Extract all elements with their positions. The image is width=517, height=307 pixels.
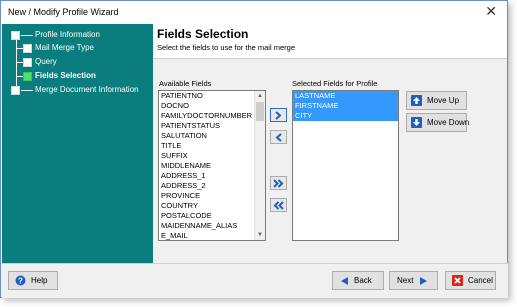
step-current-icon xyxy=(23,72,32,81)
list-item[interactable]: SALUTATION xyxy=(159,131,265,141)
svg-text:?: ? xyxy=(18,276,23,285)
move-down-button[interactable]: Move Down xyxy=(406,113,470,132)
next-button[interactable]: Next xyxy=(389,271,438,290)
list-item[interactable]: FIRSTNAME xyxy=(293,101,398,111)
list-item[interactable]: PATIENTNO xyxy=(159,91,265,101)
title-bar: New / Modify Profile Wizard ✕ xyxy=(1,1,507,24)
step-label: Mail Merge Type xyxy=(35,43,94,52)
list-item[interactable]: FAMILYDOCTORNUMBER xyxy=(159,111,265,121)
window-title: New / Modify Profile Wizard xyxy=(8,7,119,17)
selected-fields-label: Selected Fields for Profile xyxy=(292,79,378,88)
list-item[interactable]: COUNTRY xyxy=(159,201,265,211)
move-up-label: Move Up xyxy=(427,96,460,105)
back-label: Back xyxy=(354,276,372,285)
step-mail-merge-type: Mail Merge Type xyxy=(8,42,153,55)
scroll-thumb[interactable] xyxy=(256,102,264,121)
arrow-left-icon xyxy=(275,132,282,142)
step-fields-selection: Fields Selection xyxy=(8,70,153,83)
header-divider xyxy=(153,58,507,59)
step-checkbox-icon xyxy=(23,44,32,53)
step-checkbox-icon xyxy=(23,58,32,67)
available-fields-list[interactable]: PATIENTNO DOCNO FAMILYDOCTORNUMBER PATIENTS… xyxy=(158,90,266,241)
step-profile-information: Profile Information xyxy=(8,29,153,42)
available-fields-scrollbar[interactable]: ▲ ▼ xyxy=(254,91,265,240)
add-field-button[interactable] xyxy=(270,108,287,122)
list-item[interactable]: MIDDLENAME xyxy=(159,161,265,171)
add-all-fields-button[interactable] xyxy=(270,176,287,190)
double-arrow-right-icon xyxy=(273,178,284,188)
step-label: Merge Document Information xyxy=(35,85,139,94)
arrow-down-icon xyxy=(411,117,422,128)
list-item[interactable]: MAIDENNAME_ALIAS xyxy=(159,221,265,231)
help-icon: ? xyxy=(15,275,26,286)
step-label: Fields Selection xyxy=(35,71,96,80)
arrow-right-icon xyxy=(275,110,282,120)
wizard-steps-panel: Profile Information Mail Merge Type Quer… xyxy=(2,24,153,263)
step-checkbox-icon xyxy=(11,31,20,40)
move-down-label: Move Down xyxy=(427,118,470,127)
step-label: Query xyxy=(35,57,57,66)
list-item[interactable]: CITY xyxy=(293,111,398,121)
scroll-up-icon[interactable]: ▲ xyxy=(255,91,265,101)
back-button[interactable]: Back xyxy=(332,271,384,290)
scroll-down-icon[interactable]: ▼ xyxy=(255,230,265,240)
step-label: Profile Information xyxy=(35,30,100,39)
list-item[interactable]: POSTALCODE xyxy=(159,211,265,221)
page-header: Fields Selection Select the fields to us… xyxy=(153,24,507,58)
remove-all-fields-button[interactable] xyxy=(270,198,287,212)
step-checkbox-icon xyxy=(11,86,20,95)
move-up-button[interactable]: Move Up xyxy=(406,91,467,110)
list-item[interactable]: ADDRESS_2 xyxy=(159,181,265,191)
list-item[interactable]: SUFFIX xyxy=(159,151,265,161)
list-item[interactable]: PROVINCE xyxy=(159,191,265,201)
list-item[interactable]: PATIENTSTATUS xyxy=(159,121,265,131)
double-arrow-left-icon xyxy=(273,200,284,210)
help-label: Help xyxy=(31,276,48,285)
list-item[interactable]: E_MAIL xyxy=(159,231,265,240)
page-subtitle: Select the fields to use for the mail me… xyxy=(157,43,295,52)
main-content: Fields Selection Select the fields to us… xyxy=(153,24,507,263)
next-label: Next xyxy=(397,276,414,285)
help-button[interactable]: ? Help xyxy=(8,271,58,290)
list-item[interactable]: TITLE xyxy=(159,141,265,151)
list-item[interactable]: ADDRESS_1 xyxy=(159,171,265,181)
cancel-button[interactable]: Cancel xyxy=(445,271,496,290)
back-arrow-icon xyxy=(339,276,349,286)
list-item[interactable]: DOCNO xyxy=(159,101,265,111)
step-merge-document-information: Merge Document Information xyxy=(8,84,153,97)
wizard-window: New / Modify Profile Wizard ✕ Profile In… xyxy=(0,0,508,298)
selected-fields-list[interactable]: LASTNAME FIRSTNAME CITY xyxy=(292,90,399,241)
list-item[interactable]: LASTNAME xyxy=(293,91,398,101)
step-query: Query xyxy=(8,56,153,69)
page-title: Fields Selection xyxy=(157,27,249,41)
next-arrow-icon xyxy=(419,276,429,286)
cancel-icon xyxy=(452,275,463,286)
remove-field-button[interactable] xyxy=(270,130,287,144)
available-fields-label: Available Fields xyxy=(159,79,212,88)
cancel-label: Cancel xyxy=(468,276,493,285)
arrow-up-icon xyxy=(411,95,422,106)
close-icon[interactable]: ✕ xyxy=(485,3,497,20)
wizard-footer: ? Help Back Next Cancel xyxy=(2,263,508,298)
